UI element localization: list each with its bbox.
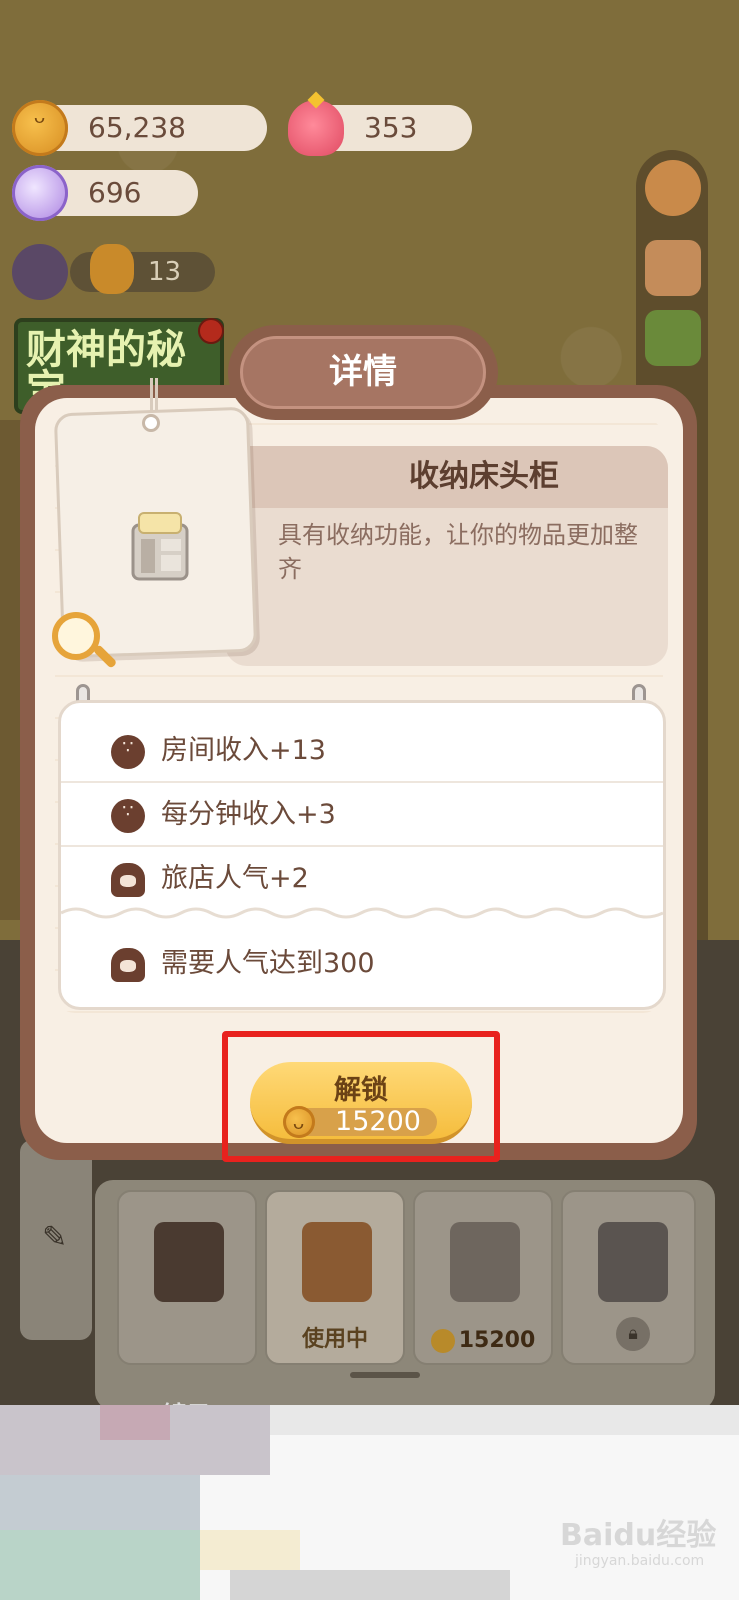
wavy-divider — [61, 907, 663, 919]
attribute-row: 房间收入+13 — [61, 719, 663, 783]
attribute-row: 旅店人气+2 — [61, 847, 663, 911]
shop-icon[interactable] — [645, 310, 701, 366]
shop-item-drawer-nightstand[interactable]: 使用中 — [265, 1190, 405, 1365]
storage-nightstand-image — [450, 1222, 520, 1302]
coin-count: 65,238 — [88, 111, 186, 144]
shop-item-price: 15200 — [458, 1328, 536, 1353]
brush-icon: ✎ — [42, 1220, 68, 1255]
stamp-icon[interactable] — [645, 240, 701, 296]
heart-gem-icon — [288, 100, 344, 156]
drawer-nightstand-image — [302, 1222, 372, 1302]
popularity-count: 13 — [148, 257, 182, 287]
candy-count: 696 — [88, 176, 142, 209]
shop-scroll-indicator — [350, 1372, 420, 1378]
attribute-text: 旅店人气+2 — [161, 863, 309, 894]
dialog-title: 详情 — [329, 352, 397, 392]
attribute-text: 每分钟收入+3 — [161, 799, 336, 830]
magnifier-icon[interactable] — [52, 612, 100, 660]
baidu-watermark-url: jingyan.baidu.com — [575, 1553, 705, 1569]
highlight-annotation — [222, 1031, 500, 1162]
mascot-icon — [90, 244, 134, 294]
storage-nightstand-icon — [131, 512, 189, 581]
coin-icon — [430, 1329, 455, 1353]
crowd-icon — [111, 863, 145, 897]
cloud-avatar-icon[interactable] — [12, 244, 68, 300]
crowd-icon — [111, 948, 145, 982]
cookie-icon — [111, 799, 145, 833]
shop-item-storage-nightstand[interactable]: 15200 — [413, 1190, 553, 1365]
shop-item-dresser[interactable]: 🔒︎ — [561, 1190, 696, 1365]
requirement-row: 需要人气达到300 — [61, 932, 663, 996]
cookie-icon — [111, 735, 145, 769]
blurred-region — [0, 1405, 739, 1600]
shop-item-lamp-nightstand[interactable] — [117, 1190, 257, 1365]
candy-icon — [12, 165, 68, 221]
in-use-label: 使用中 — [301, 1327, 368, 1352]
settings-gear-icon[interactable] — [645, 160, 701, 216]
attribute-row: 每分钟收入+3 — [61, 783, 663, 847]
dresser-image — [598, 1222, 668, 1302]
item-name: 收纳床头柜 — [409, 459, 559, 494]
shop-side-tab[interactable]: ✎ — [20, 1140, 92, 1340]
lamp-nightstand-image — [154, 1222, 224, 1302]
item-description: 具有收纳功能，让你的物品更加整齐 — [278, 521, 638, 583]
notification-dot — [198, 318, 224, 344]
heart-count: 353 — [364, 111, 418, 144]
requirement-text: 需要人气达到300 — [161, 948, 375, 979]
attribute-text: 房间收入+13 — [161, 735, 326, 766]
lock-icon: 🔒︎ — [616, 1317, 650, 1351]
coin-icon — [12, 100, 68, 156]
baidu-watermark: Baidu经验 — [560, 1518, 717, 1553]
